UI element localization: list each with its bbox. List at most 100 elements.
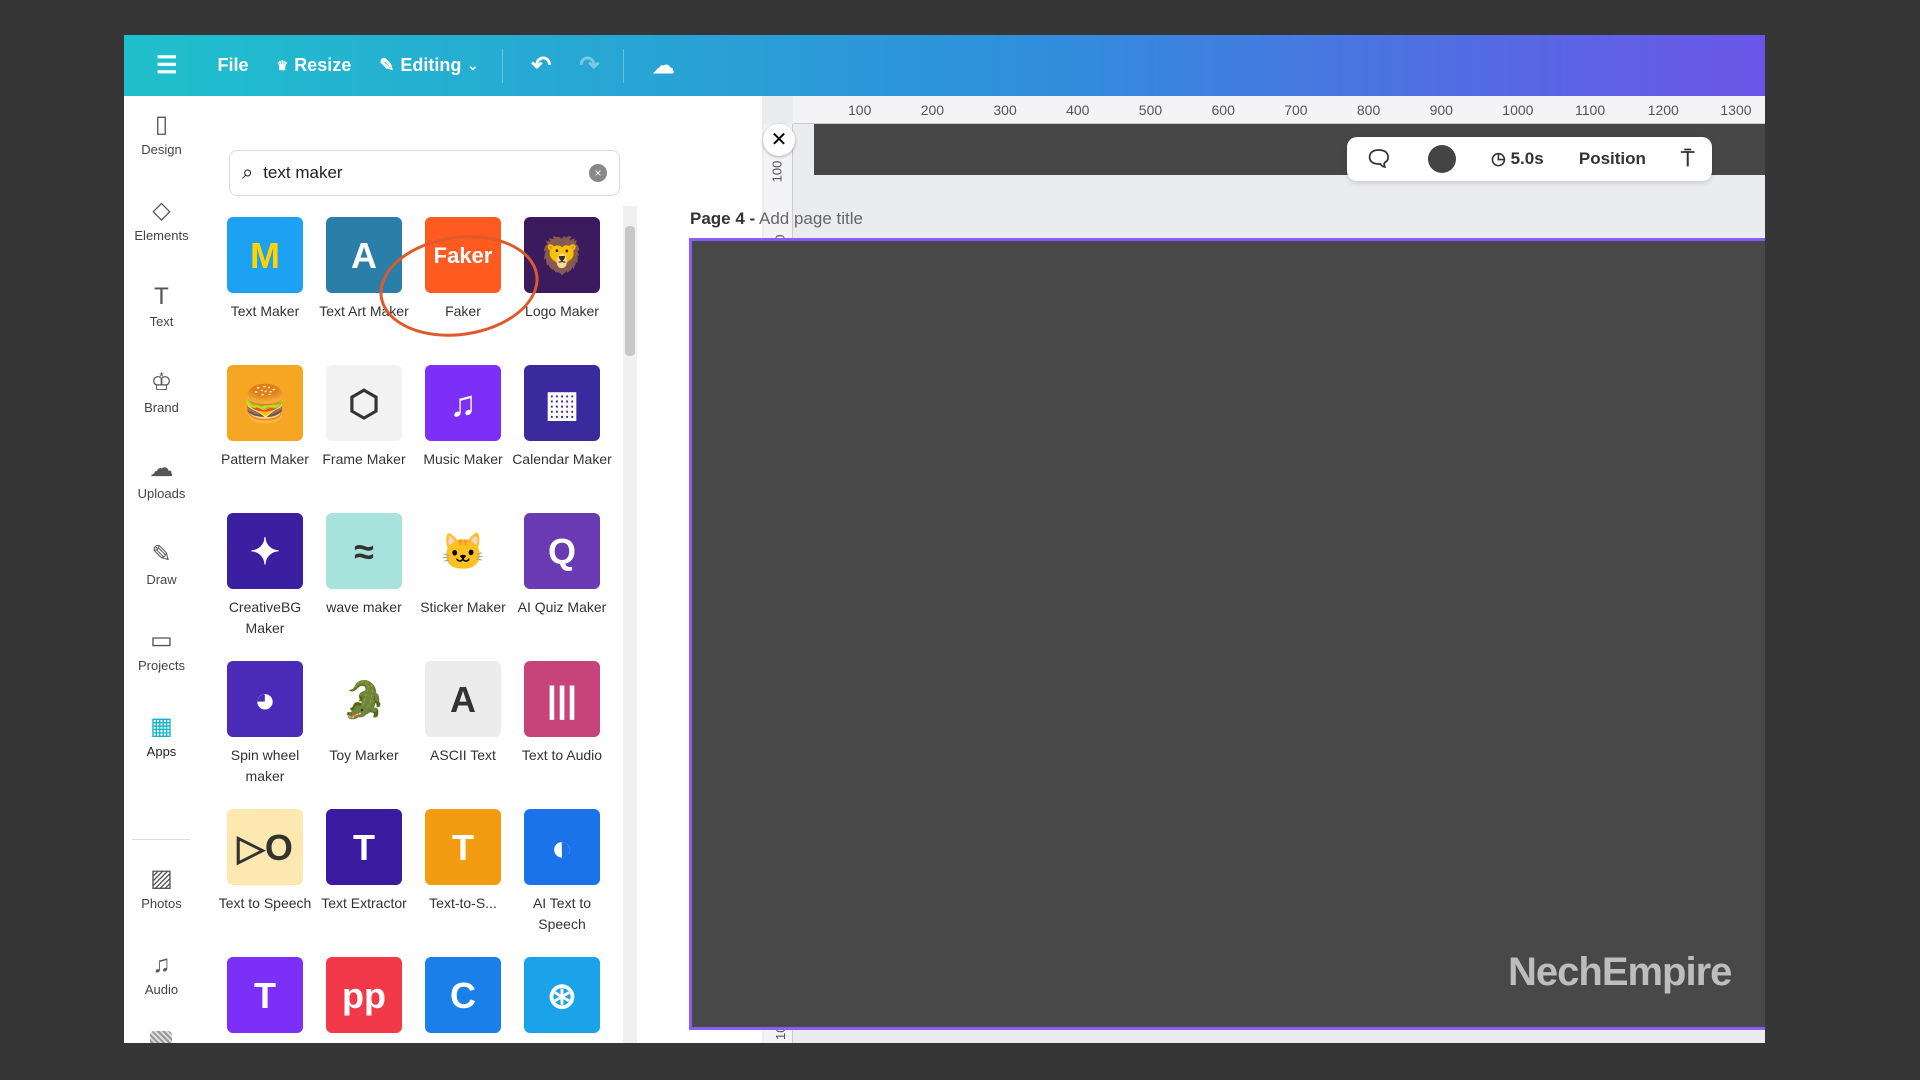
app-label: Text Characte xyxy=(215,1041,315,1043)
app-tile[interactable]: M Text Maker xyxy=(215,217,315,322)
rail-item-brand[interactable]: ♔ Brand xyxy=(124,366,199,415)
search-value: text maker xyxy=(263,163,343,182)
file-menu[interactable]: File xyxy=(218,55,249,76)
add-comment-icon[interactable]: 🗨 xyxy=(1365,146,1393,172)
side-rail: ▯ Design ◇ Elements T Text ♔ Brand ☁ Uploads ✎ Draw… xyxy=(124,96,199,1043)
app-label: wave maker xyxy=(326,599,402,615)
ruler-tick-label: 1000 xyxy=(1502,102,1534,118)
app-tile[interactable]: T Text-to-S... xyxy=(413,809,513,914)
app-tile[interactable]: ≈ wave maker xyxy=(314,513,414,618)
app-icon: M xyxy=(227,217,303,293)
app-tile[interactable]: 🐊 Toy Marker xyxy=(314,661,414,766)
rail-item-elements[interactable]: ◇ Elements xyxy=(124,194,199,243)
app-tile[interactable]: ⬡ Frame Maker xyxy=(314,365,414,470)
app-tile[interactable]: ⊛ Embed xyxy=(512,957,612,1043)
divider xyxy=(623,48,625,83)
app-icon: ◕ xyxy=(227,661,303,737)
resize-button[interactable]: ♛ Resize xyxy=(277,55,352,76)
pencil-icon: ✎ xyxy=(379,55,395,75)
app-tile[interactable]: ||| Text to Audio xyxy=(512,661,612,766)
page-number: Page 4 - xyxy=(690,209,756,228)
app-tile[interactable]: T Text Characte xyxy=(215,957,315,1043)
rail-item-text[interactable]: T Text xyxy=(124,280,199,329)
app-label: Text Maker xyxy=(230,303,300,319)
rail-item-photos[interactable]: ▨ Photos xyxy=(124,862,199,911)
panel-scrollbar[interactable] xyxy=(623,206,637,1043)
app-label: Music Maker xyxy=(423,451,503,467)
app-tile[interactable]: A ASCII Text xyxy=(413,661,513,766)
app-icon: ≈ xyxy=(326,513,402,589)
rail-item-apps[interactable]: ▦ Apps xyxy=(124,710,199,759)
scrollbar-thumb[interactable] xyxy=(625,226,635,356)
ruler-tick-label: 1100 xyxy=(1575,102,1606,118)
app-tile[interactable]: 🍔 Pattern Maker xyxy=(215,365,315,470)
rail-item-uploads[interactable]: ☁ Uploads xyxy=(124,452,199,501)
app-label: AI Quiz Maker xyxy=(517,599,607,615)
rail-item-draw[interactable]: ✎ Draw xyxy=(124,538,199,587)
rail-label: Uploads xyxy=(137,486,186,501)
ruler-tick-label: 700 xyxy=(1284,102,1308,118)
rail-divider xyxy=(132,839,190,840)
app-tile[interactable]: ✦ CreativeBG Maker xyxy=(215,513,315,639)
rail-label: Audio xyxy=(144,982,179,997)
app-tile[interactable]: ▷O Text to Speech xyxy=(215,809,315,914)
app-tile[interactable]: Q AI Quiz Maker xyxy=(512,513,612,618)
rail-label: Text xyxy=(149,314,174,329)
text-icon: T xyxy=(154,283,169,310)
rail-item-projects[interactable]: ▭ Projects xyxy=(124,624,199,673)
app-tile[interactable]: ◕ Spin wheel maker xyxy=(215,661,315,787)
rail-label: Photos xyxy=(141,896,182,911)
design-page-canvas[interactable] xyxy=(689,238,1765,1030)
resize-label: Resize xyxy=(294,55,352,75)
app-tile[interactable]: ▦ Calendar Maker xyxy=(512,365,612,470)
rail-label: Elements xyxy=(134,228,189,243)
timing-button[interactable]: ◷ 5.0s xyxy=(1491,149,1544,169)
redo-icon[interactable]: ↷ xyxy=(579,51,599,80)
app-label: Text to Speech xyxy=(218,895,312,911)
ruler-tick-label: 1300 xyxy=(1720,102,1752,118)
page-title[interactable]: Page 4 - Add page title xyxy=(690,209,863,229)
app-icon: Q xyxy=(524,513,600,589)
more-icon[interactable] xyxy=(150,1031,172,1043)
app-tile[interactable]: ♫ Music Maker xyxy=(413,365,513,470)
page-title-placeholder[interactable]: Add page title xyxy=(759,209,863,228)
ruler-tick-label: 100 xyxy=(769,160,785,183)
clear-search-icon[interactable]: × xyxy=(589,164,607,182)
position-button[interactable]: Position xyxy=(1579,149,1646,169)
cloud-saved-icon[interactable]: ☁ xyxy=(652,53,674,79)
clock-icon: ◷ xyxy=(1490,149,1506,168)
search-input[interactable]: ⌕ text maker × xyxy=(229,150,620,196)
draw-icon: ✎ xyxy=(151,541,172,568)
app-label: Toy Marker xyxy=(329,747,399,763)
app-label: Spin wheel maker xyxy=(230,747,300,784)
rail-label: Projects xyxy=(138,658,185,673)
app-icon: C xyxy=(425,957,501,1033)
app-label: Pattern Maker xyxy=(221,451,309,467)
projects-icon: ▭ xyxy=(150,627,173,654)
app-tile[interactable]: pp Puppetry xyxy=(314,957,414,1043)
app-label: Sticker Maker xyxy=(420,599,506,615)
menu-icon[interactable]: ☰ xyxy=(156,51,178,80)
editing-label: Editing xyxy=(400,55,462,75)
app-tile[interactable]: ◐ AI Text to Speech xyxy=(512,809,612,935)
page-color-swatch[interactable] xyxy=(1427,145,1456,173)
app-label: Embed xyxy=(512,1041,612,1043)
app-tile[interactable]: C TypeCut... xyxy=(413,957,513,1043)
app-icon: T xyxy=(227,957,303,1033)
app-icon: ▦ xyxy=(524,365,600,441)
app-tile[interactable]: 🐱 Sticker Maker xyxy=(413,513,513,618)
rail-label: Brand xyxy=(144,400,179,415)
rail-item-audio[interactable]: ♫ Audio xyxy=(124,948,199,997)
close-panel-button[interactable]: ✕ xyxy=(763,124,795,156)
audio-icon: ♫ xyxy=(152,951,171,978)
paint-roller-icon[interactable]: ⍑ xyxy=(1681,146,1694,172)
rail-item-design[interactable]: ▯ Design xyxy=(124,108,199,157)
apps-panel: ⌕ text maker × M Text Maker A Text Art Make… xyxy=(199,96,762,1043)
app-label: Puppetry xyxy=(314,1041,414,1043)
rail-label: Apps xyxy=(146,744,177,759)
photos-icon: ▨ xyxy=(150,865,173,892)
undo-icon[interactable]: ↶ xyxy=(531,51,551,80)
ruler-tick-label: 900 xyxy=(1429,102,1453,118)
editing-mode-dropdown[interactable]: ✎ Editing ⌄ xyxy=(379,55,478,76)
app-tile[interactable]: T Text Extractor xyxy=(314,809,414,914)
